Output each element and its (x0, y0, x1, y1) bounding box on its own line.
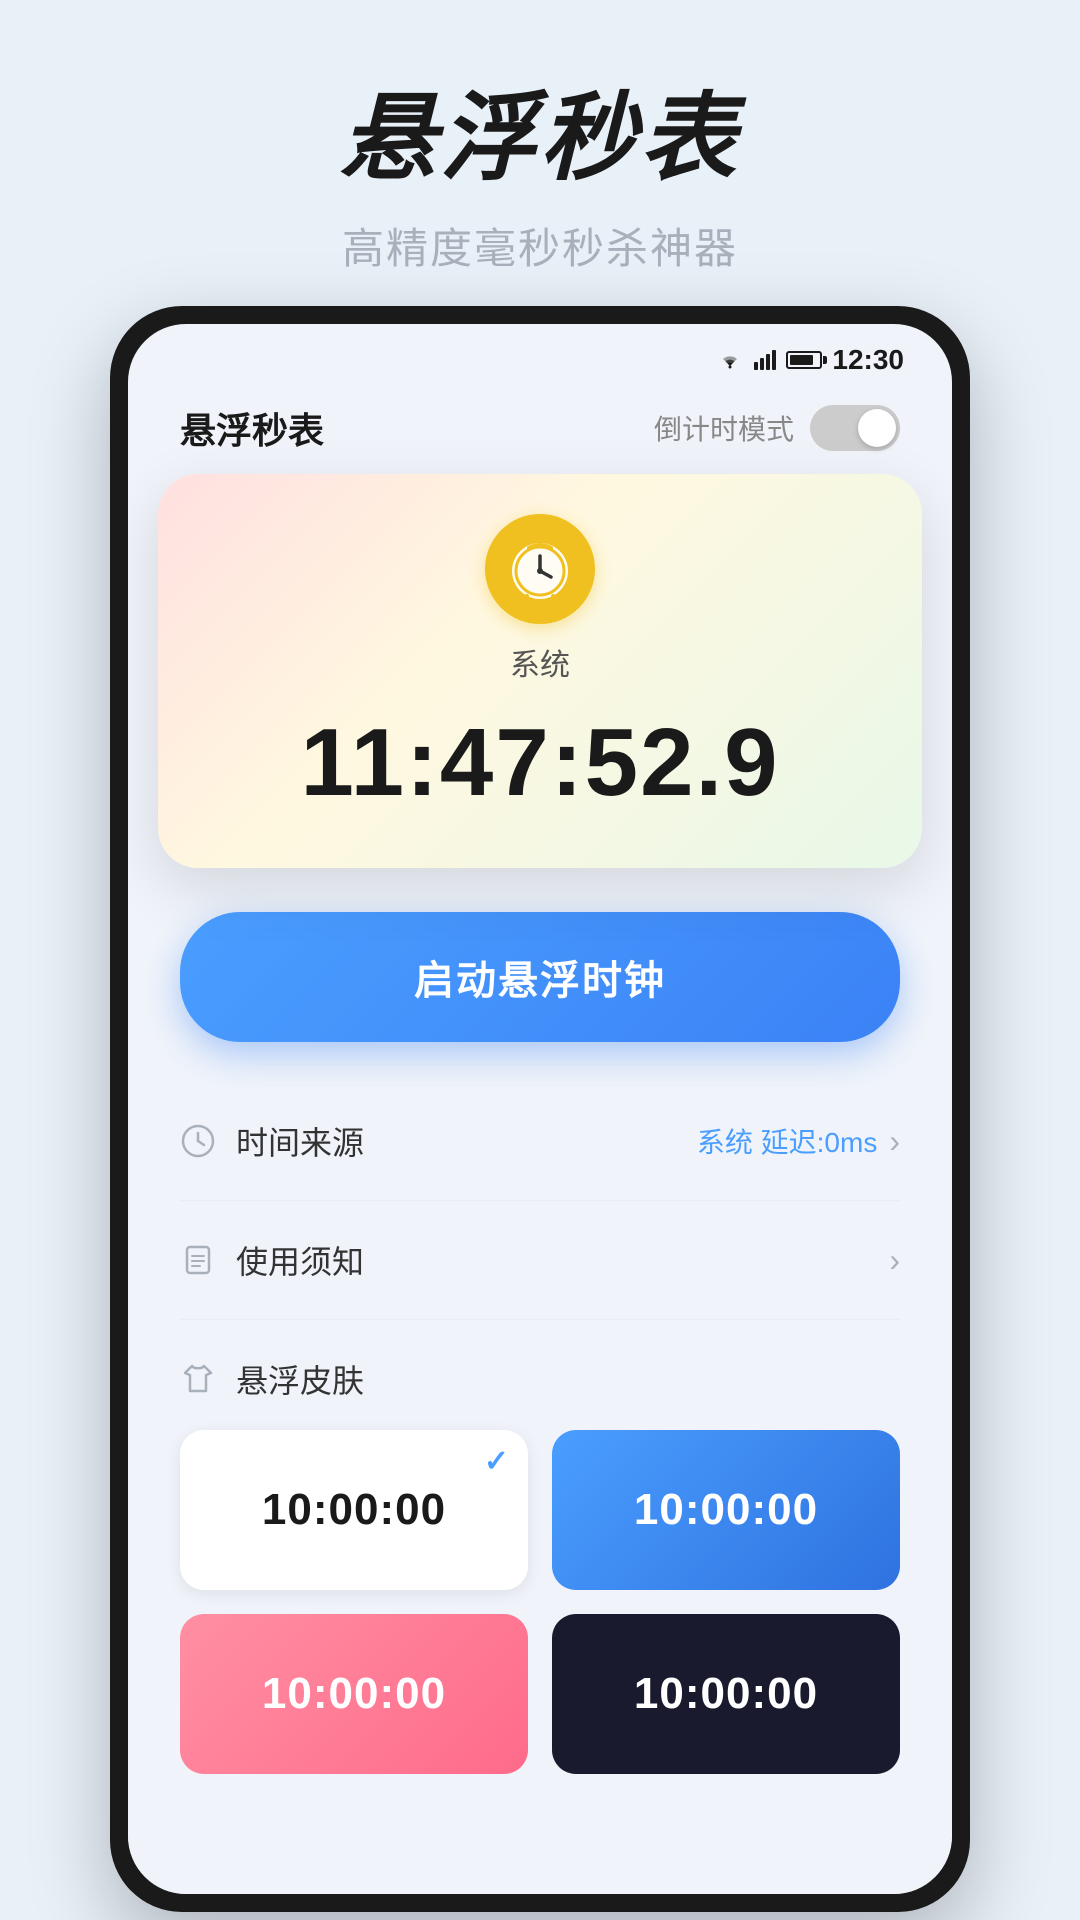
signal-icon (754, 350, 776, 370)
clock-outline-icon (180, 1123, 216, 1159)
chevron-right-icon-instructions: › (889, 1242, 900, 1279)
settings-item-right-time: 系统 延迟:0ms › (697, 1121, 900, 1161)
skin-grid: ✓ 10:00:00 10:00:00 10:00:00 10:00:00 (180, 1430, 900, 1774)
wifi-icon (716, 350, 744, 370)
toggle-knob (858, 409, 896, 447)
settings-item-time-source[interactable]: 时间来源 系统 延迟:0ms › (180, 1082, 900, 1201)
skin-selected-check: ✓ (484, 1444, 510, 1479)
settings-item-instructions[interactable]: 使用须知 › (180, 1201, 900, 1320)
settings-item-right-instructions: › (889, 1242, 900, 1279)
app-header: 悬浮秒表 倒计时模式 (128, 386, 952, 474)
settings-item-left: 时间来源 (180, 1118, 364, 1164)
document-icon (180, 1242, 216, 1278)
phone-mockup: 12:30 悬浮秒表 倒计时模式 (110, 306, 970, 1912)
app-title: 悬浮秒表 (340, 60, 740, 199)
main-time-display: 11:47:52.9 (300, 708, 779, 818)
page-header: 悬浮秒表 高精度毫秒秒杀神器 (340, 0, 740, 276)
skin-white-time: 10:00:00 (262, 1485, 446, 1535)
skin-card-white[interactable]: ✓ 10:00:00 (180, 1430, 528, 1590)
skin-title-row: 悬浮皮肤 (180, 1356, 900, 1402)
floating-card: 系统 11:47:52.9 (158, 474, 922, 868)
chevron-right-icon-time: › (889, 1123, 900, 1160)
skin-blue-time: 10:00:00 (634, 1485, 818, 1535)
countdown-toggle[interactable] (810, 405, 900, 451)
settings-item-left-instructions: 使用须知 (180, 1237, 364, 1283)
settings-list: 时间来源 系统 延迟:0ms › 使用须知 (128, 1082, 952, 1320)
floating-card-area: 系统 11:47:52.9 (128, 474, 952, 868)
status-bar: 12:30 (128, 324, 952, 386)
battery-icon (786, 351, 822, 369)
app-header-title: 悬浮秒表 (180, 402, 324, 454)
start-button-area: 启动悬浮时钟 (128, 868, 952, 1082)
status-icons: 12:30 (716, 344, 904, 376)
countdown-label: 倒计时模式 (654, 408, 794, 448)
skin-title-text: 悬浮皮肤 (236, 1356, 364, 1402)
skin-card-blue[interactable]: 10:00:00 (552, 1430, 900, 1590)
countdown-mode-row: 倒计时模式 (654, 405, 900, 451)
skin-section: 悬浮皮肤 ✓ 10:00:00 10:00:00 10:00:00 10 (128, 1320, 952, 1774)
time-source-text: 时间来源 (236, 1118, 364, 1164)
app-subtitle: 高精度毫秒秒杀神器 (340, 215, 740, 276)
time-source-label: 系统 (510, 640, 570, 684)
shirt-icon (180, 1361, 216, 1397)
bottom-peek (128, 1774, 952, 1894)
time-source-value: 系统 延迟:0ms (697, 1121, 877, 1161)
skin-pink-time: 10:00:00 (262, 1669, 446, 1719)
status-time: 12:30 (832, 344, 904, 376)
phone-screen: 12:30 悬浮秒表 倒计时模式 (128, 324, 952, 1894)
skin-card-dark[interactable]: 10:00:00 (552, 1614, 900, 1774)
skin-card-pink[interactable]: 10:00:00 (180, 1614, 528, 1774)
skin-dark-time: 10:00:00 (634, 1669, 818, 1719)
instructions-text: 使用须知 (236, 1237, 364, 1283)
alarm-clock-icon (505, 534, 575, 604)
clock-icon-container (485, 514, 595, 624)
start-floating-clock-button[interactable]: 启动悬浮时钟 (180, 912, 900, 1042)
